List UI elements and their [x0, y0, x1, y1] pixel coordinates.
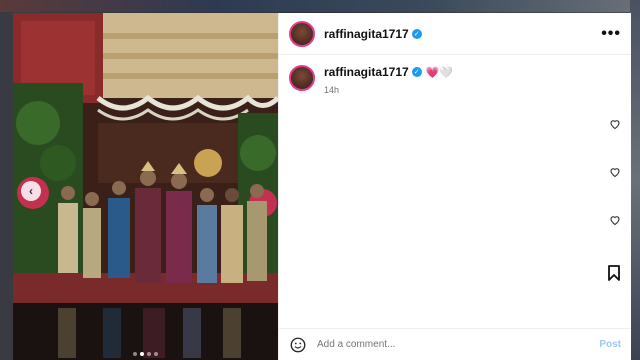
- heart-icon[interactable]: [609, 166, 621, 178]
- comment-input[interactable]: [317, 339, 600, 350]
- comment-bar: Post: [279, 328, 631, 360]
- heart-icon[interactable]: [609, 118, 621, 130]
- post-header: raffinagita1717 ✓ •••: [279, 13, 631, 55]
- smile-icon[interactable]: [289, 336, 307, 354]
- chevron-left-icon: ‹: [29, 184, 33, 198]
- verified-badge-icon: ✓: [411, 28, 422, 39]
- bookmark-icon[interactable]: [607, 265, 621, 281]
- heart-icon[interactable]: [609, 214, 621, 226]
- verified-badge-icon: ✓: [411, 67, 422, 77]
- previous-photo-button[interactable]: ‹: [21, 181, 41, 201]
- post-details-panel: raffinagita1717 ✓ ••• raffinagita1717 ✓ …: [278, 13, 631, 360]
- post-timestamp[interactable]: 14h: [324, 85, 453, 95]
- carousel-dots: [13, 352, 278, 356]
- caption: raffinagita1717 ✓ 💗🤍 14h: [279, 55, 631, 95]
- post-photo[interactable]: ‹: [13, 13, 278, 360]
- caption-username[interactable]: raffinagita1717: [324, 65, 409, 79]
- carousel-dot: [147, 352, 151, 356]
- caption-body: raffinagita1717 ✓ 💗🤍 14h: [324, 65, 453, 95]
- carousel-dot: [133, 352, 137, 356]
- backdrop-right: [630, 0, 640, 360]
- caption-line: raffinagita1717 ✓ 💗🤍: [324, 65, 453, 79]
- wedding-photo-illustration: [13, 13, 278, 360]
- backdrop-top: [0, 0, 640, 12]
- caption-emojis: 💗🤍: [425, 66, 454, 79]
- header-username[interactable]: raffinagita1717: [324, 27, 409, 41]
- caption-avatar[interactable]: [289, 65, 315, 91]
- post-modal: ‹ raffinagita1717 ✓ ••• raffinagita1717 …: [13, 13, 631, 360]
- carousel-dot-active: [140, 352, 144, 356]
- post-comment-button[interactable]: Post: [599, 339, 621, 350]
- avatar[interactable]: [289, 20, 315, 47]
- comment-like-icons: [609, 118, 621, 226]
- more-options-button[interactable]: •••: [601, 25, 621, 43]
- carousel-dot: [154, 352, 158, 356]
